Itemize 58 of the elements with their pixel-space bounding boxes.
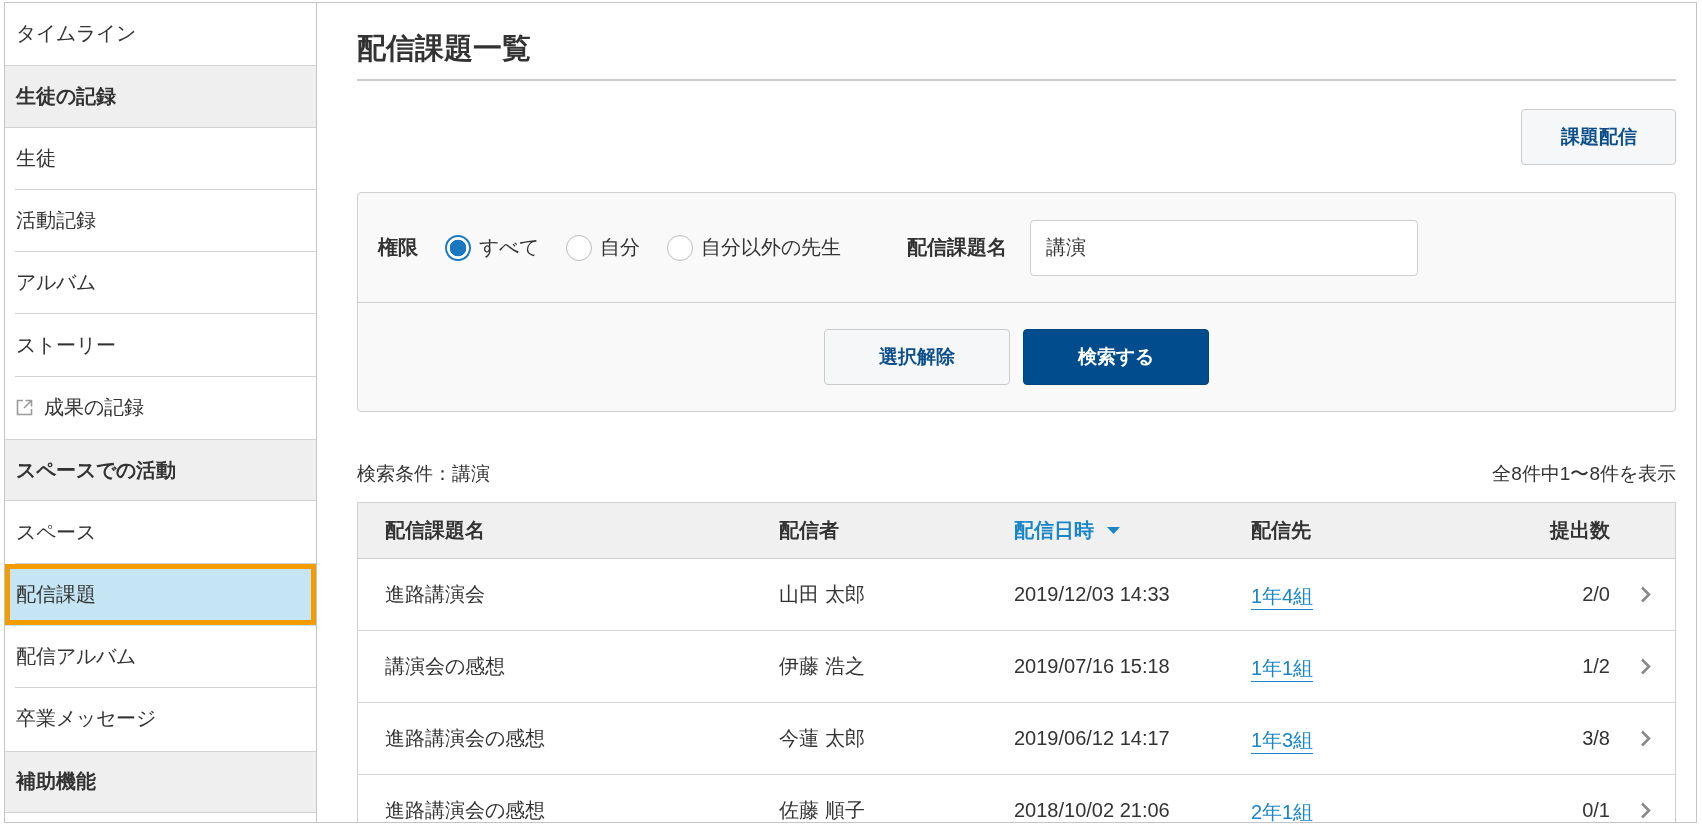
table-cell-text: 山田 太郎: [778, 582, 866, 607]
external-link-icon: [16, 398, 33, 416]
sidebar-item[interactable]: ストーリー: [15, 314, 316, 377]
sidebar-item[interactable]: タイムライン: [15, 3, 316, 66]
chevron-right-icon[interactable]: [1640, 802, 1651, 819]
column-header[interactable]: 配信者: [752, 503, 987, 558]
table-cell-text: 3/8: [1581, 726, 1611, 751]
permission-label: 権限: [378, 235, 418, 260]
sidebar-item[interactable]: 成果の記録: [15, 376, 316, 440]
sidebar-item[interactable]: 活動記録: [15, 189, 316, 253]
radio-label[interactable]: すべて: [479, 234, 539, 261]
search-button[interactable]: 検索する: [1023, 329, 1209, 385]
sidebar-item[interactable]: アルバム: [15, 252, 316, 315]
section-header: スペースでの活動: [5, 439, 316, 502]
radio-button[interactable]: [667, 234, 693, 261]
table-cell-text: 進路講演会の感想: [384, 726, 546, 751]
class-link[interactable]: 1年1組: [1251, 655, 1314, 682]
table-cell-text: 伊藤 浩之: [778, 654, 866, 679]
table-cell-text: 2019/07/16 15:18: [1013, 654, 1171, 679]
sidebar-item[interactable]: 生徒: [15, 127, 316, 190]
radio-button[interactable]: [566, 234, 592, 261]
sidebar-item[interactable]: 卒業メッセージ: [15, 688, 316, 751]
section-header: 補助機能: [5, 750, 316, 813]
section-header: 生徒の記録: [5, 65, 316, 128]
table-cell-text: 講演会の感想: [384, 654, 506, 679]
assignment-name-field[interactable]: 講演: [1030, 219, 1418, 276]
deliver-assignment-button[interactable]: 課題配信: [1521, 109, 1676, 165]
chevron-right-icon[interactable]: [1640, 586, 1651, 603]
table-cell-text: 進路講演会の感想: [384, 798, 546, 822]
table-cell-text: 2018/10/02 21:06: [1013, 798, 1171, 822]
sidebar-item[interactable]: 配信アルバム: [15, 625, 316, 689]
column-header[interactable]: 配信先: [1224, 503, 1462, 558]
chevron-right-icon[interactable]: [1640, 658, 1651, 675]
table-cell-text: 佐藤 順子: [778, 798, 866, 822]
table-cell-text: 今蓮 太郎: [778, 726, 866, 751]
table-cell-text: 進路講演会: [384, 582, 486, 607]
sidebar-item[interactable]: 配信課題: [5, 563, 316, 626]
chevron-right-icon[interactable]: [1640, 730, 1651, 747]
class-link[interactable]: 1年4組: [1251, 583, 1314, 610]
caret-down-icon: [1107, 527, 1120, 534]
column-header[interactable]: 配信課題名: [358, 503, 752, 558]
radio-button[interactable]: [445, 234, 471, 261]
page-title: 配信課題一覧: [357, 3, 1676, 81]
result-count-text: 全8件中1〜8件を表示: [1492, 462, 1676, 486]
table-cell-text: 0/1: [1581, 798, 1611, 822]
column-header[interactable]: 提出数: [1462, 503, 1613, 558]
sidebar-item[interactable]: スペース: [15, 501, 316, 564]
table-cell-text: 2019/06/12 14:17: [1013, 726, 1171, 751]
table-cell-text: 2019/12/03 14:33: [1013, 582, 1171, 607]
clear-selection-button[interactable]: 選択解除: [824, 329, 1010, 385]
table-cell-text: 2/0: [1581, 582, 1611, 607]
radio-label[interactable]: 自分: [600, 234, 640, 261]
assignment-name-label: 配信課題名: [907, 235, 1007, 260]
table-cell-text: 1/2: [1581, 654, 1611, 679]
class-link[interactable]: 2年1組: [1251, 799, 1314, 822]
search-condition-text: 検索条件：講演: [357, 462, 490, 486]
radio-label[interactable]: 自分以外の先生: [701, 234, 841, 261]
class-link[interactable]: 1年3組: [1251, 727, 1314, 754]
